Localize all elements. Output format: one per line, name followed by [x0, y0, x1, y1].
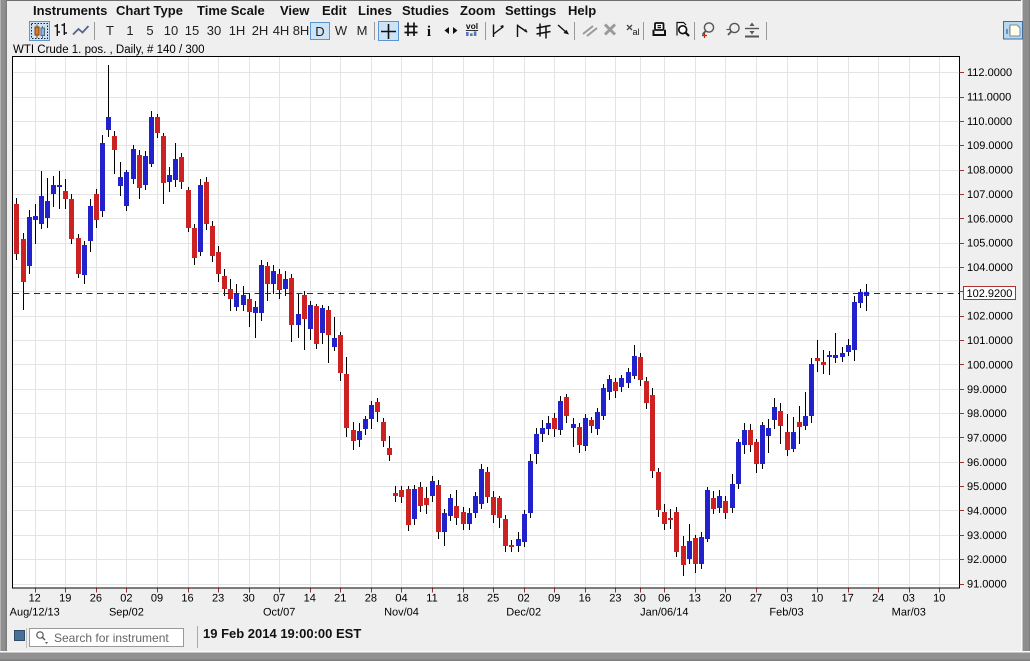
svg-text:10: 10: [811, 593, 823, 605]
svg-text:i: i: [427, 24, 431, 40]
svg-text:13: 13: [689, 593, 701, 605]
svg-text:107.0000: 107.0000: [967, 189, 1013, 201]
svg-text:19: 19: [59, 593, 71, 605]
svg-text:100.0000: 100.0000: [967, 359, 1013, 371]
svg-text:91.0000: 91.0000: [967, 579, 1007, 591]
svg-text:27: 27: [750, 593, 762, 605]
svg-text:104.0000: 104.0000: [967, 262, 1013, 274]
svg-text:98.0000: 98.0000: [967, 408, 1007, 420]
svg-text:Sep/02: Sep/02: [109, 607, 144, 619]
svg-text:06: 06: [658, 593, 670, 605]
svg-text:95.0000: 95.0000: [967, 481, 1007, 493]
svg-text:102.0000: 102.0000: [967, 311, 1013, 323]
svg-text:16: 16: [181, 593, 193, 605]
svg-text:106.0000: 106.0000: [967, 213, 1013, 225]
svg-text:96.0000: 96.0000: [967, 457, 1007, 469]
svg-text:09: 09: [548, 593, 560, 605]
svg-text:10: 10: [933, 593, 945, 605]
svg-text:vol: vol: [466, 21, 478, 31]
svg-text:09: 09: [151, 593, 163, 605]
svg-text:97.0000: 97.0000: [967, 432, 1007, 444]
svg-text:28: 28: [365, 593, 377, 605]
svg-text:17: 17: [841, 593, 853, 605]
svg-text:Jan/06/14: Jan/06/14: [640, 607, 688, 619]
svg-text:all: all: [633, 27, 641, 37]
svg-text:Oct/07: Oct/07: [263, 607, 295, 619]
svg-text:94.0000: 94.0000: [967, 506, 1007, 518]
svg-text:03: 03: [903, 593, 915, 605]
svg-text:18: 18: [456, 593, 468, 605]
svg-text:Mar/03: Mar/03: [892, 607, 926, 619]
svg-text:Feb/03: Feb/03: [769, 607, 803, 619]
svg-text:07: 07: [273, 593, 285, 605]
svg-text:99.0000: 99.0000: [967, 384, 1007, 396]
svg-text:93.0000: 93.0000: [967, 530, 1007, 542]
svg-text:110.0000: 110.0000: [967, 116, 1012, 128]
svg-text:111.0000: 111.0000: [967, 92, 1011, 104]
svg-text:112.0000: 112.0000: [967, 67, 1012, 79]
svg-text:24: 24: [872, 593, 884, 605]
svg-text:12: 12: [29, 593, 41, 605]
svg-text:14: 14: [304, 593, 316, 605]
svg-text:108.0000: 108.0000: [967, 165, 1013, 177]
svg-text:02: 02: [518, 593, 530, 605]
svg-text:25: 25: [487, 593, 499, 605]
svg-text:Nov/04: Nov/04: [384, 607, 419, 619]
svg-text:04: 04: [395, 593, 407, 605]
svg-text:Aug/12/13: Aug/12/13: [10, 607, 60, 619]
svg-text:30: 30: [243, 593, 255, 605]
svg-text:20: 20: [719, 593, 731, 605]
svg-text:Dec/02: Dec/02: [506, 607, 541, 619]
svg-text:03: 03: [780, 593, 792, 605]
svg-text:26: 26: [90, 593, 102, 605]
svg-text:23: 23: [609, 593, 621, 605]
svg-text:21: 21: [334, 593, 346, 605]
svg-text:102.9200: 102.9200: [967, 288, 1013, 300]
svg-text:105.0000: 105.0000: [967, 238, 1013, 250]
svg-text:11: 11: [426, 593, 437, 605]
svg-text:23: 23: [212, 593, 224, 605]
svg-text:101.0000: 101.0000: [967, 335, 1013, 347]
svg-text:92.0000: 92.0000: [967, 554, 1007, 566]
svg-text:02: 02: [120, 593, 132, 605]
svg-text:109.0000: 109.0000: [967, 140, 1013, 152]
svg-text:30: 30: [634, 593, 646, 605]
svg-text:16: 16: [579, 593, 591, 605]
